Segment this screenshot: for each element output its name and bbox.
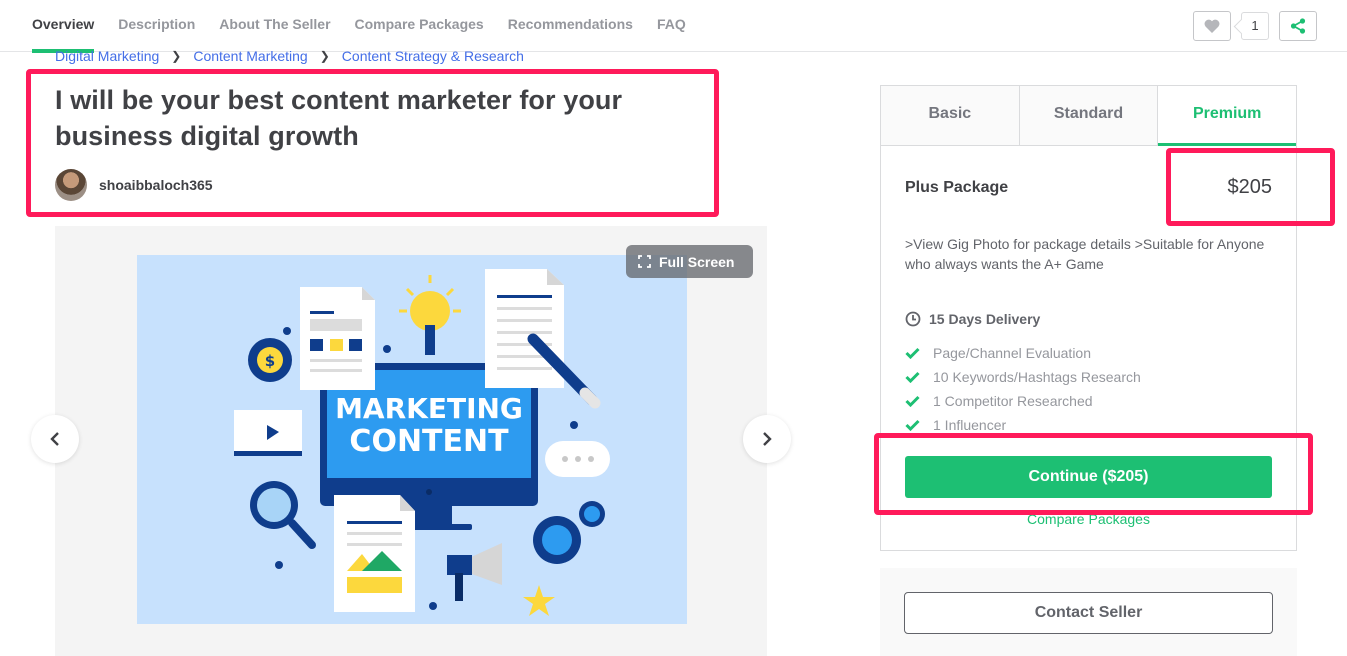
gig-top-navigation: Overview Description About The Seller Co…	[0, 0, 1347, 53]
full-screen-button[interactable]: Full Screen	[626, 245, 754, 278]
gig-gallery: MARKETING CONTENT $ Full Screen	[55, 226, 767, 656]
like-count: 1	[1241, 12, 1269, 40]
package-tab-standard[interactable]: Standard	[1019, 86, 1159, 145]
tab-overview[interactable]: Overview	[32, 0, 95, 53]
package-name: Plus Package	[905, 179, 1009, 196]
feature-label: 1 Competitor Researched	[933, 393, 1093, 409]
feature-item: 1 Competitor Researched	[905, 389, 1141, 413]
package-tab-premium[interactable]: Premium	[1158, 86, 1297, 146]
chevron-right-icon: ❯	[171, 49, 182, 63]
package-features: Page/Channel Evaluation 10 Keywords/Hash…	[905, 341, 1141, 437]
chevron-right-icon: ❯	[319, 49, 330, 63]
highlight-price-box	[1166, 148, 1335, 226]
heart-icon	[1204, 19, 1220, 33]
gig-image[interactable]: MARKETING CONTENT $	[137, 255, 687, 624]
feature-label: 1 Influencer	[933, 417, 1007, 433]
highlight-continue-box	[874, 433, 1313, 515]
marketing-content-illustration: MARKETING CONTENT $	[137, 255, 687, 624]
image-text-marketing: MARKETING	[335, 392, 523, 425]
expand-icon	[638, 255, 651, 268]
tab-recommendations[interactable]: Recommendations	[508, 0, 633, 52]
gallery-prev-button[interactable]	[31, 415, 79, 463]
svg-text:$: $	[265, 352, 275, 370]
contact-seller-button[interactable]: Contact Seller	[904, 592, 1273, 634]
full-screen-label: Full Screen	[659, 253, 735, 270]
chevron-left-icon	[50, 432, 59, 446]
breadcrumb-content-strategy[interactable]: Content Strategy & Research	[342, 48, 524, 64]
share-icon	[1290, 18, 1306, 34]
package-tabs: Basic Standard Premium	[881, 86, 1297, 146]
feature-label: 10 Keywords/Hashtags Research	[933, 369, 1141, 385]
checkmark-icon	[905, 395, 920, 407]
image-text-content: CONTENT	[349, 424, 509, 459]
checkmark-icon	[905, 371, 920, 383]
share-button[interactable]	[1279, 11, 1317, 41]
feature-item: 10 Keywords/Hashtags Research	[905, 365, 1141, 389]
highlight-title-box	[26, 69, 719, 217]
save-to-list-button[interactable]	[1193, 11, 1231, 41]
breadcrumb-digital-marketing[interactable]: Digital Marketing	[55, 48, 159, 64]
tab-compare-packages[interactable]: Compare Packages	[355, 0, 484, 52]
feature-item: Page/Channel Evaluation	[905, 341, 1141, 365]
gallery-next-button[interactable]	[743, 415, 791, 463]
breadcrumb-content-marketing[interactable]: Content Marketing	[193, 48, 307, 64]
gig-actions: 1	[1193, 11, 1317, 41]
package-tab-basic[interactable]: Basic	[881, 86, 1020, 145]
tab-faq[interactable]: FAQ	[657, 0, 686, 52]
clock-icon	[905, 311, 921, 327]
tab-about-seller[interactable]: About The Seller	[219, 0, 330, 52]
package-description: >View Gig Photo for package details >Sui…	[905, 236, 1265, 272]
tab-description[interactable]: Description	[118, 0, 195, 52]
checkmark-icon	[905, 347, 920, 359]
feature-label: Page/Channel Evaluation	[933, 345, 1092, 361]
delivery-label: 15 Days Delivery	[929, 311, 1041, 327]
chevron-right-icon	[763, 432, 772, 446]
delivery-time: 15 Days Delivery	[905, 311, 1040, 327]
contact-seller-panel: Contact Seller	[880, 568, 1297, 656]
section-tabs: Overview Description About The Seller Co…	[32, 0, 710, 53]
breadcrumb: Digital Marketing ❯ Content Marketing ❯ …	[55, 48, 524, 64]
checkmark-icon	[905, 419, 920, 431]
